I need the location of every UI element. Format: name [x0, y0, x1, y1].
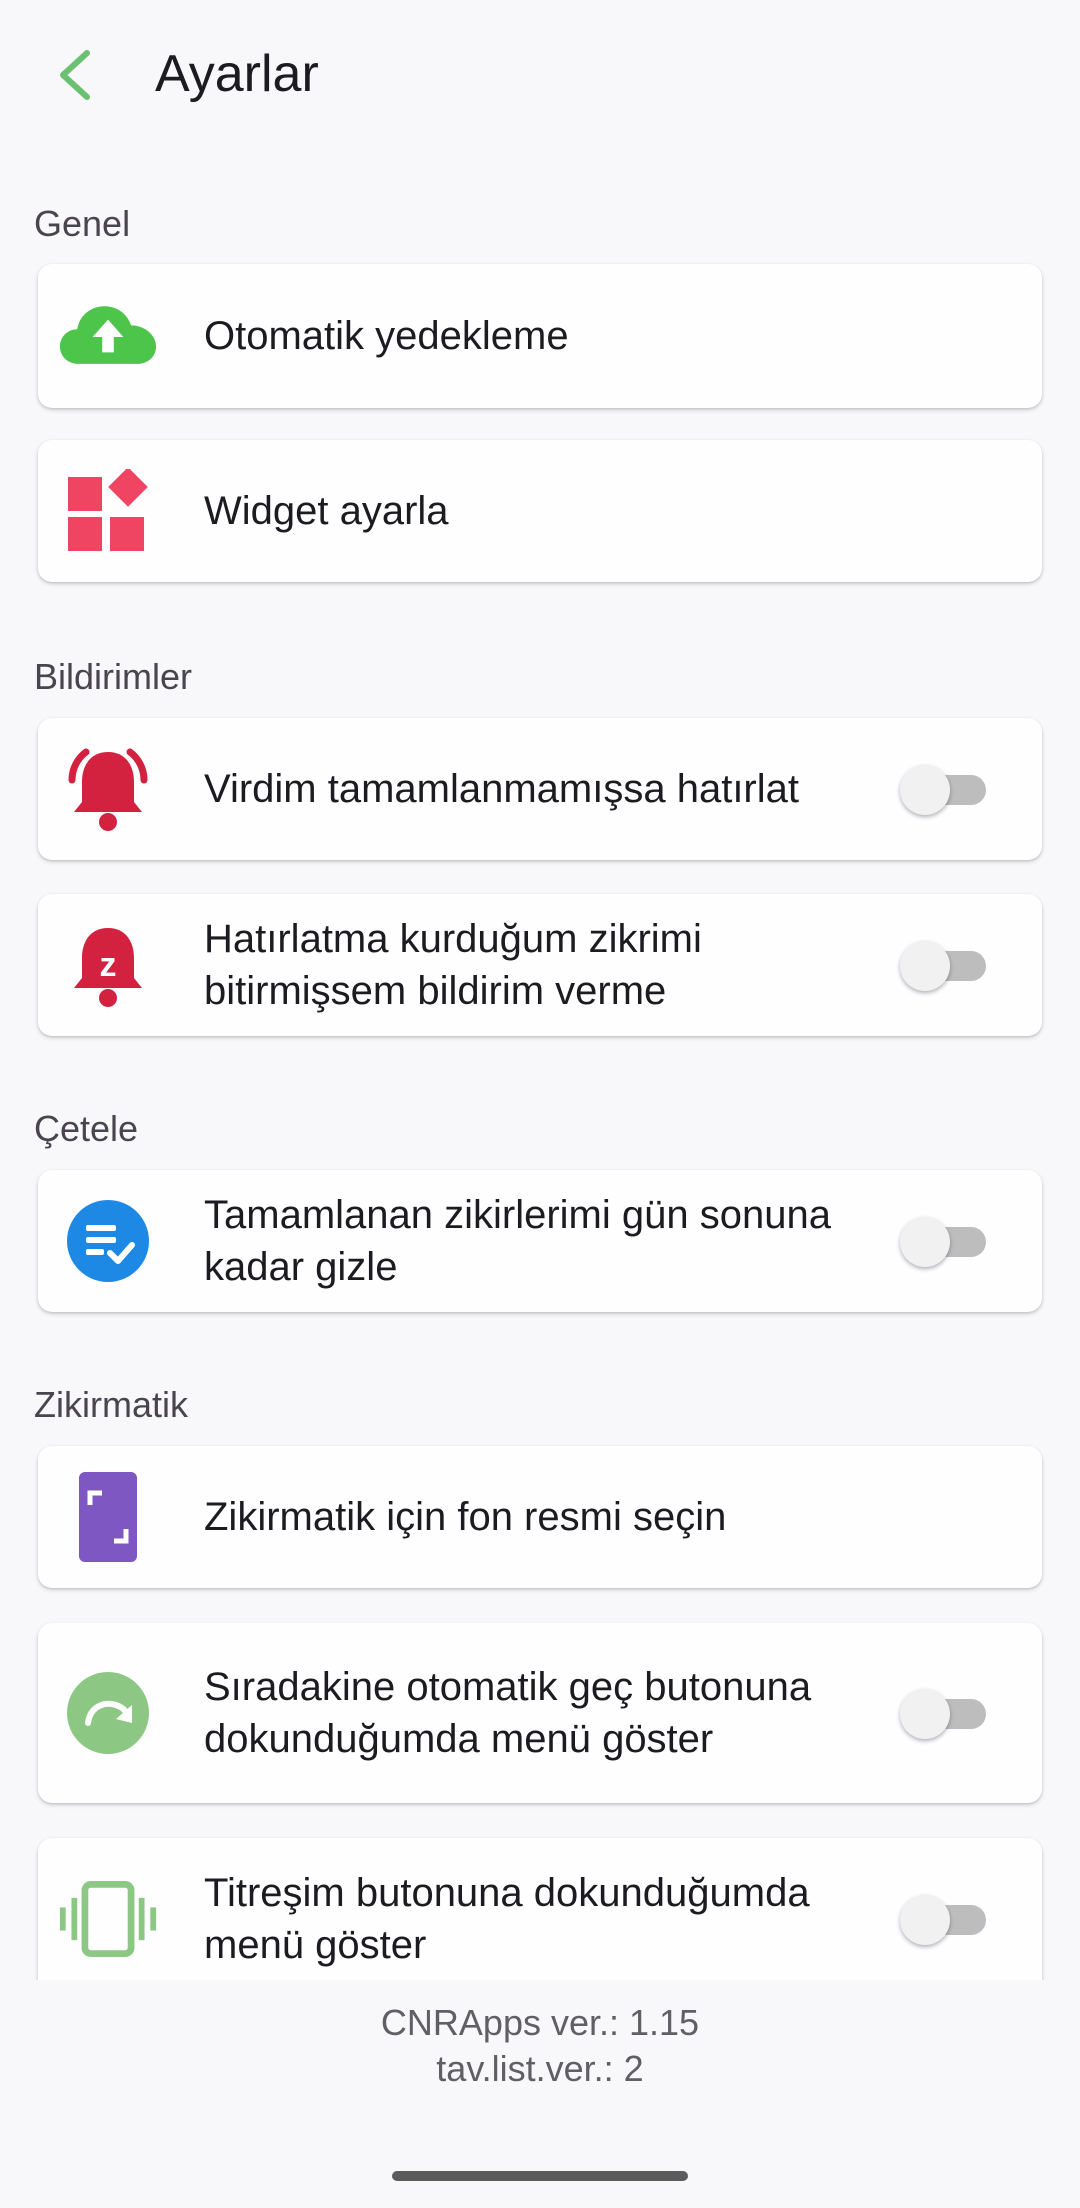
reminder-toggle[interactable]: [900, 761, 992, 817]
hide-completed-label: Tamamlanan zikirlerimi gün sonuna kadar …: [204, 1193, 831, 1289]
app-bar: Ayarlar: [0, 0, 1080, 150]
hide-completed-toggle[interactable]: [900, 1213, 992, 1269]
widgets-icon: [58, 461, 158, 561]
back-button[interactable]: [30, 30, 120, 120]
vibration-menu-item[interactable]: Titreşim butonuna dokunduğumda menü göst…: [38, 1838, 1042, 1980]
toggle-thumb: [900, 1217, 950, 1267]
section-title-tally: Çetele: [34, 1108, 139, 1149]
bell-ringing-icon: [58, 739, 158, 839]
hide-completed-item[interactable]: Tamamlanan zikirlerimi gün sonuna kadar …: [38, 1170, 1042, 1312]
widget-settings-label: Widget ayarla: [204, 489, 449, 533]
app-version: CNRApps ver.: 1.15: [380, 2002, 700, 2043]
section-title-general: Genel: [34, 203, 131, 244]
wallpaper-icon: [58, 1467, 158, 1567]
vibrate-icon: [58, 1869, 158, 1969]
svg-text:z: z: [100, 946, 117, 984]
vibration-menu-toggle[interactable]: [900, 1891, 992, 1947]
no-notify-if-done-toggle[interactable]: [900, 937, 992, 993]
no-notify-if-done-item[interactable]: z Hatırlatma kurduğum zikrimi bitirmişse…: [38, 894, 1042, 1036]
section-title-counter: Zikirmatik: [34, 1384, 188, 1425]
section-title-notifications: Bildirimler: [34, 656, 193, 697]
auto-next-menu-label: Sıradakine otomatik geç butonuna dokundu…: [204, 1665, 812, 1761]
auto-next-menu-toggle[interactable]: [900, 1685, 992, 1741]
reminder-item[interactable]: Virdim tamamlanmamışsa hatırlat: [38, 718, 1042, 860]
chevron-left-icon: [60, 50, 90, 100]
toggle-thumb: [900, 941, 950, 991]
home-indicator[interactable]: [392, 2171, 688, 2181]
list-version: tav.list.ver.: 2: [436, 2048, 644, 2089]
settings-list[interactable]: Genel Otomatik yedekleme Widget ayarla B…: [0, 150, 1080, 1980]
auto-next-menu-item[interactable]: Sıradakine otomatik geç butonuna dokundu…: [38, 1623, 1042, 1803]
bell-snooze-icon: z: [58, 915, 158, 1015]
redo-icon: [58, 1663, 158, 1763]
toggle-thumb: [900, 765, 950, 815]
reminder-label: Virdim tamamlanmamışsa hatırlat: [204, 767, 799, 811]
no-notify-if-done-label: Hatırlatma kurduğum zikrimi bitirmişsem …: [204, 917, 702, 1013]
widget-settings-item[interactable]: Widget ayarla: [38, 440, 1042, 582]
auto-backup-label: Otomatik yedekleme: [204, 314, 569, 358]
page-title: Ayarlar: [155, 45, 319, 103]
wallpaper-item[interactable]: Zikirmatik için fon resmi seçin: [38, 1446, 1042, 1588]
vibration-menu-label: Titreşim butonuna dokunduğumda menü göst…: [204, 1871, 810, 1967]
cloud-upload-icon: [58, 286, 158, 386]
toggle-thumb: [900, 1689, 950, 1739]
toggle-thumb: [900, 1895, 950, 1945]
auto-backup-item[interactable]: Otomatik yedekleme: [38, 264, 1042, 408]
checklist-icon: [58, 1191, 158, 1291]
version-footer: CNRApps ver.: 1.15 tav.list.ver.: 2: [0, 2000, 1080, 2092]
wallpaper-label: Zikirmatik için fon resmi seçin: [204, 1495, 727, 1539]
